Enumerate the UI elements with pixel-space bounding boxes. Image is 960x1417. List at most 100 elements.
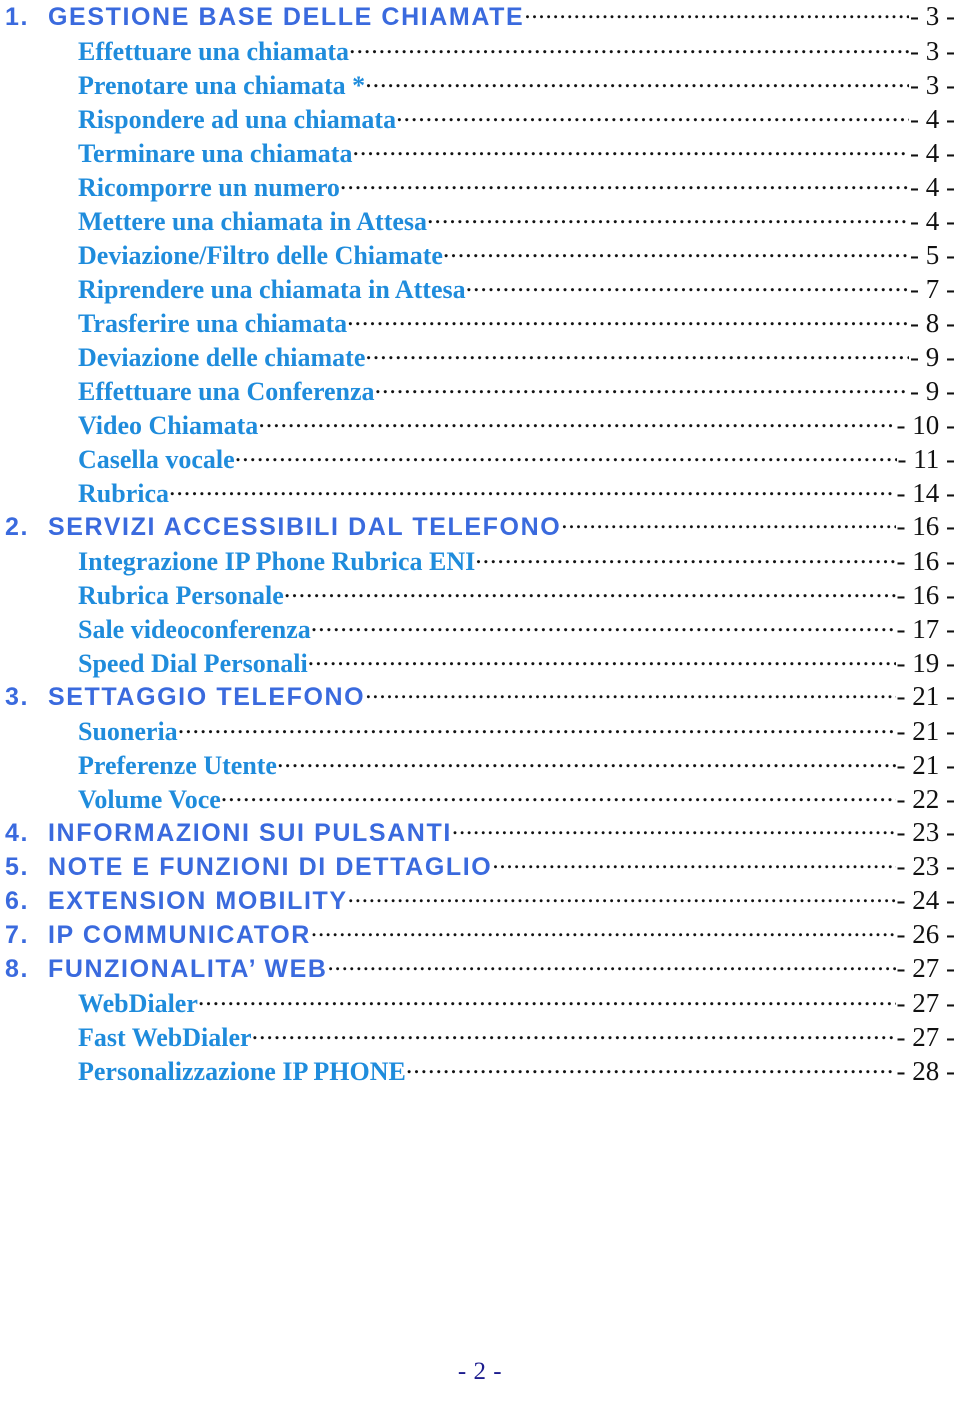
toc-page-number: - 24 -	[896, 885, 955, 915]
dot-leader	[524, 0, 909, 25]
toc-chapter-title: EXTENSION MOBILITY	[48, 887, 348, 915]
toc-entry-row[interactable]: Suoneria - 21 -	[0, 714, 955, 748]
dot-leader	[443, 238, 909, 264]
dot-leader	[406, 1054, 896, 1080]
toc-entry-row[interactable]: Riprendere una chiamata in Attesa - 7 -	[0, 272, 955, 306]
toc-chapter-row[interactable]: 6. EXTENSION MOBILITY - 24 -	[0, 884, 955, 918]
toc-page-number: - 9 -	[910, 376, 955, 406]
toc-chapter-title: IP COMMUNICATOR	[48, 921, 311, 949]
toc-page-number: - 3 -	[910, 1, 955, 31]
footer-page-number: - 2 -	[457, 1358, 503, 1385]
toc-page-number: - 21 -	[896, 716, 955, 746]
toc-chapter-row[interactable]: 4. INFORMAZIONI SUI PULSANTI - 23 -	[0, 816, 955, 850]
toc-page-number: - 5 -	[910, 240, 955, 270]
toc-entry-title: Sale videoconferenza	[78, 615, 311, 644]
toc-page-number: - 28 -	[896, 1056, 955, 1086]
toc-page-number: - 3 -	[910, 36, 955, 66]
toc-chapter-number: 7.	[5, 921, 30, 949]
toc-entry-row[interactable]: Prenotare una chiamata * - 3 -	[0, 68, 955, 102]
toc-entry-title: Riprendere una chiamata in Attesa	[78, 275, 466, 304]
toc-entry-title: Personalizzazione IP PHONE	[78, 1057, 406, 1086]
toc-entry-title: Effettuare una chiamata	[78, 37, 350, 66]
dot-leader	[277, 748, 896, 774]
toc-page-number: - 27 -	[896, 1022, 955, 1052]
toc-entry-row[interactable]: Casella vocale - 11 -	[0, 442, 955, 476]
toc-page-number: - 23 -	[896, 817, 955, 847]
toc-chapter-row[interactable]: 8. FUNZIONALITA’ WEB - 27 -	[0, 952, 955, 986]
toc-chapter-title: SETTAGGIO TELEFONO	[48, 683, 366, 711]
toc-page-number: - 17 -	[896, 614, 955, 644]
toc-entry-row[interactable]: Speed Dial Personali - 19 -	[0, 646, 955, 680]
toc-page-number: - 4 -	[910, 138, 955, 168]
toc-entry-row[interactable]: Deviazione/Filtro delle Chiamate - 5 -	[0, 238, 955, 272]
toc-chapter-title: NOTE E FUNZIONI DI DETTAGLIO	[48, 853, 493, 881]
toc-entry-row[interactable]: Mettere una chiamata in Attesa - 4 -	[0, 204, 955, 238]
toc-chapter-row[interactable]: 5. NOTE E FUNZIONI DI DETTAGLIO - 23 -	[0, 850, 955, 884]
dot-leader	[396, 102, 909, 128]
toc-page-number: - 9 -	[910, 342, 955, 372]
toc-entry-row[interactable]: Integrazione IP Phone Rubrica ENI - 16 -	[0, 544, 955, 578]
toc-entry-row[interactable]: Video Chiamata - 10 -	[0, 408, 955, 442]
dot-leader	[328, 952, 896, 977]
toc-chapter-title: INFORMAZIONI SUI PULSANTI	[48, 819, 452, 847]
dot-leader	[284, 578, 896, 604]
toc-entry-row[interactable]: Personalizzazione IP PHONE - 28 -	[0, 1054, 955, 1088]
toc-page-number: - 4 -	[910, 104, 955, 134]
toc-chapter-row[interactable]: 1. GESTIONE BASE DELLE CHIAMATE - 3 -	[0, 0, 955, 34]
toc-page-number: - 22 -	[896, 784, 955, 814]
toc-chapter-row[interactable]: 3. SETTAGGIO TELEFONO - 21 -	[0, 680, 955, 714]
toc-entry-title: Rubrica	[78, 479, 169, 508]
toc-entry-title: Suoneria	[78, 717, 178, 746]
toc-entry-title: Preferenze Utente	[78, 751, 277, 780]
dot-leader	[340, 170, 909, 196]
toc-chapter-title: SERVIZI ACCESSIBILI DAL TELEFONO	[48, 513, 562, 541]
toc-page-number: - 10 -	[896, 410, 955, 440]
toc-entry-title: Rispondere ad una chiamata	[78, 105, 397, 134]
toc-page-number: - 19 -	[896, 648, 955, 678]
dot-leader	[452, 816, 896, 841]
toc-entry-title: Speed Dial Personali	[78, 649, 308, 678]
dot-leader	[375, 374, 909, 400]
dot-leader	[258, 408, 895, 434]
toc-chapter-number: 1.	[5, 3, 30, 31]
toc-chapter-title: FUNZIONALITA’ WEB	[48, 955, 328, 983]
toc-entry-row[interactable]: Terminare una chiamata - 4 -	[0, 136, 955, 170]
dot-leader	[311, 612, 896, 638]
toc-entry-row[interactable]: Trasferire una chiamata - 8 -	[0, 306, 955, 340]
toc-entry-row[interactable]: Effettuare una chiamata - 3 -	[0, 34, 955, 68]
toc-entry-title: Effettuare una Conferenza	[78, 377, 375, 406]
toc-entry-row[interactable]: Ricomporre un numero - 4 -	[0, 170, 955, 204]
toc-entry-row[interactable]: Effettuare una Conferenza - 9 -	[0, 374, 955, 408]
toc-entry-title: Trasferire una chiamata	[78, 309, 348, 338]
dot-leader	[365, 68, 909, 94]
dot-leader	[235, 442, 897, 468]
toc-entry-row[interactable]: Rispondere ad una chiamata - 4 -	[0, 102, 955, 136]
toc-entry-row[interactable]: Preferenze Utente - 21 -	[0, 748, 955, 782]
toc-entry-row[interactable]: Sale videoconferenza - 17 -	[0, 612, 955, 646]
toc-chapter-row[interactable]: 7. IP COMMUNICATOR - 26 -	[0, 918, 955, 952]
toc-page-number: - 11 -	[897, 444, 955, 474]
toc-entry-row[interactable]: Deviazione delle chiamate - 9 -	[0, 340, 955, 374]
toc-entry-row[interactable]: Volume Voce - 22 -	[0, 782, 955, 816]
dot-leader	[308, 646, 896, 672]
toc-page-number: - 26 -	[896, 919, 955, 949]
toc-page-number: - 23 -	[896, 851, 955, 881]
toc-entry-title: Volume Voce	[78, 785, 221, 814]
toc-entry-row[interactable]: Fast WebDialer - 27 -	[0, 1020, 955, 1054]
toc-entry-row[interactable]: WebDialer - 27 -	[0, 986, 955, 1020]
toc-entry-title: Rubrica Personale	[78, 581, 284, 610]
dot-leader	[475, 544, 895, 570]
toc-page-number: - 16 -	[896, 580, 955, 610]
toc-entry-row[interactable]: Rubrica - 14 -	[0, 476, 955, 510]
toc-page-number: - 27 -	[896, 953, 955, 983]
toc-page-number: - 16 -	[896, 511, 955, 541]
toc-page-number: - 14 -	[896, 478, 955, 508]
toc-page-number: - 8 -	[910, 308, 955, 338]
toc-entry-title: Deviazione/Filtro delle Chiamate	[78, 241, 443, 270]
toc-entry-row[interactable]: Rubrica Personale - 16 -	[0, 578, 955, 612]
dot-leader	[365, 680, 895, 705]
dot-leader	[198, 986, 896, 1012]
dot-leader	[352, 136, 909, 162]
dot-leader	[221, 782, 896, 808]
toc-chapter-row[interactable]: 2. SERVIZI ACCESSIBILI DAL TELEFONO - 16 -	[0, 510, 955, 544]
